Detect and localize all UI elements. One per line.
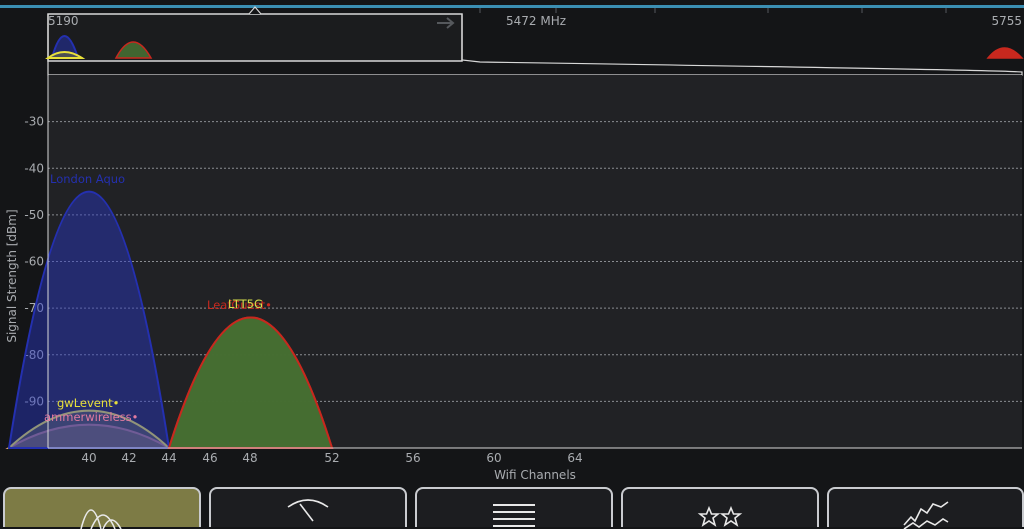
- signal-meter-icon: [287, 499, 329, 522]
- x-tick-label: 52: [324, 451, 339, 465]
- y-tick-label: -40: [24, 161, 44, 175]
- x-tick-label: 44: [161, 451, 176, 465]
- x-tick-label: 42: [121, 451, 136, 465]
- y-tick-label: -30: [24, 115, 44, 129]
- label-gw: gwLevent•: [57, 396, 119, 410]
- tab-channel-graph[interactable]: [3, 487, 201, 529]
- y-axis-title: Signal Strength [dBm]: [5, 209, 19, 342]
- overview-peak-red: [986, 47, 1024, 59]
- tab-time-graph[interactable]: [827, 487, 1024, 529]
- tab-signal-meter[interactable]: [209, 487, 407, 527]
- overview-pointer-icon: [248, 6, 262, 15]
- overview-freq-mid: 5472 MHz: [506, 14, 566, 28]
- tab-channel-rating[interactable]: [621, 487, 819, 527]
- overview-strip[interactable]: 5190 5472 MHz 5755: [44, 6, 1024, 76]
- x-tick-label: 60: [486, 451, 501, 465]
- overview-viewport[interactable]: [47, 13, 463, 62]
- channel-graph-icon: [80, 509, 122, 529]
- y-tick-label: -60: [24, 255, 44, 269]
- x-axis-title: Wifi Channels: [494, 468, 576, 482]
- x-tick-label: 46: [202, 451, 217, 465]
- channel-graph: 5190 5472 MHz 5755 -30-40-50-60-70-80-90…: [5, 6, 1024, 482]
- y-tick-label: -50: [24, 208, 44, 222]
- channel-rating-icon: [697, 505, 743, 527]
- x-axis-ticks: 40 42 44 46 48 52 56 60 64: [81, 451, 582, 465]
- x-tick-label: 64: [567, 451, 582, 465]
- overview-freq-right: 5755: [991, 14, 1022, 28]
- tab-ap-list[interactable]: [415, 487, 613, 527]
- x-tick-label: 40: [81, 451, 96, 465]
- label-ammer: ammerwireless•: [44, 410, 138, 424]
- x-tick-label: 56: [405, 451, 420, 465]
- label-ltt: LTT5G: [228, 297, 263, 311]
- overview-freq-left: 5190: [48, 14, 79, 28]
- x-tick-label: 48: [242, 451, 257, 465]
- time-graph-icon: [902, 501, 948, 529]
- bottom-toolbar: [0, 487, 1024, 529]
- ap-list-icon: [493, 504, 535, 527]
- label-london: London Aquo: [50, 172, 125, 186]
